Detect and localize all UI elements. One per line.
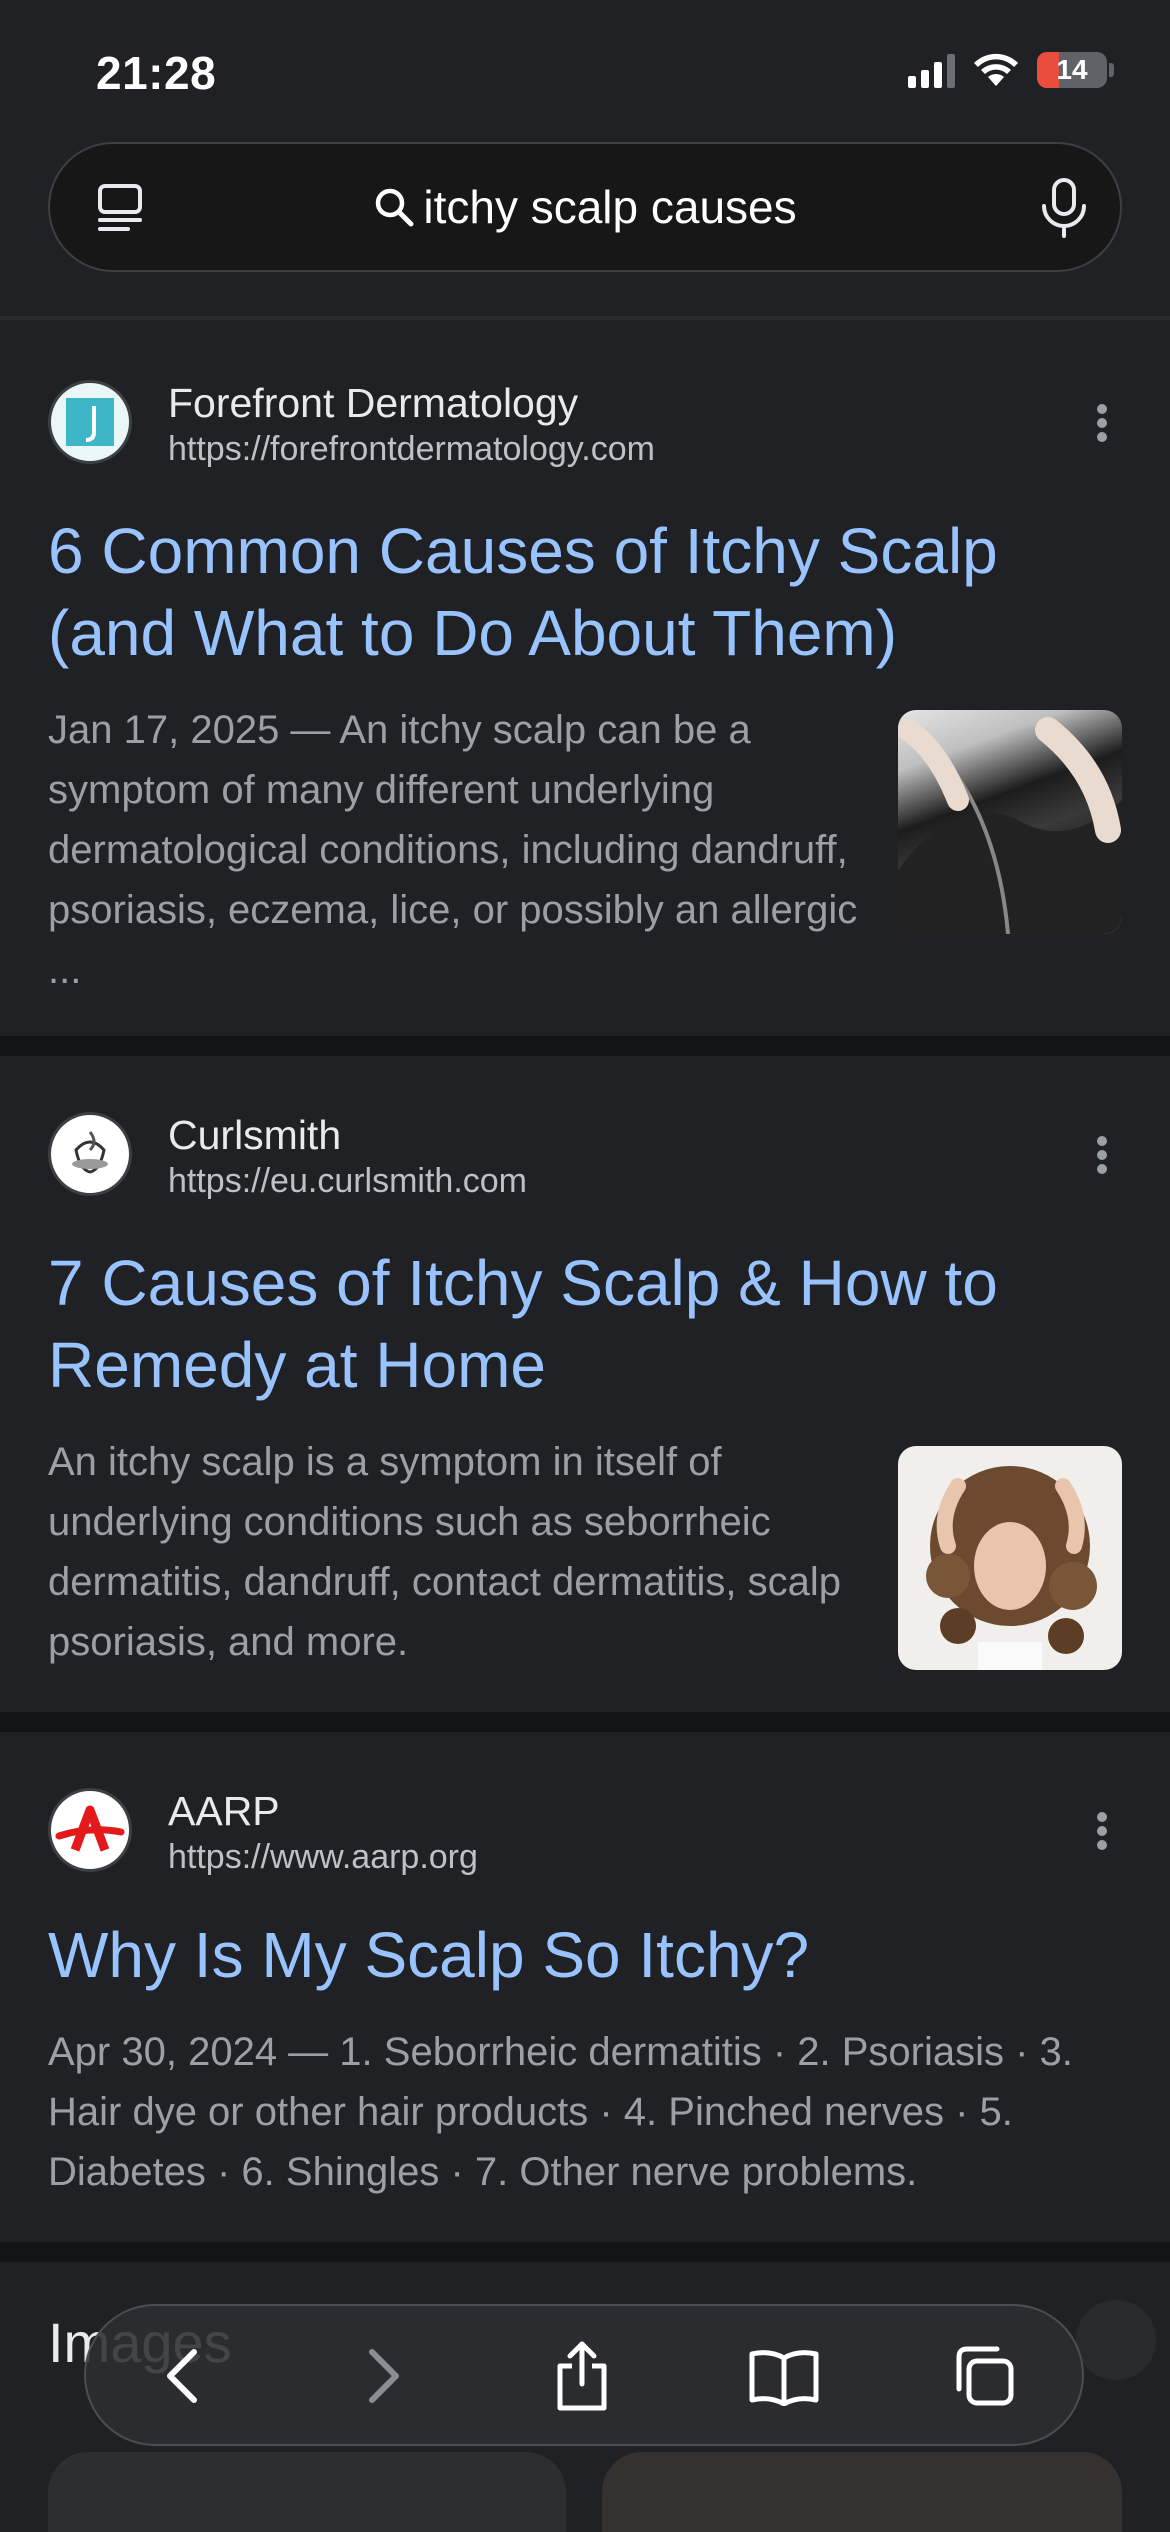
forward-icon[interactable] bbox=[344, 2336, 424, 2416]
more-options-icon[interactable] bbox=[1082, 1806, 1122, 1856]
search-result: Forefront Dermatology https://forefrontd… bbox=[0, 320, 1170, 1036]
microphone-icon[interactable] bbox=[1034, 176, 1094, 240]
result-snippet: Jan 17, 2025 — An itchy scalp can be a s… bbox=[48, 708, 858, 992]
search-field: itchy scalp causes bbox=[50, 144, 1120, 270]
divider bbox=[0, 2242, 1170, 2262]
more-options-icon[interactable] bbox=[1082, 398, 1122, 448]
divider bbox=[0, 1712, 1170, 1732]
search-result: AARP https://www.aarp.org Why Is My Scal… bbox=[0, 1732, 1170, 2242]
site-name: AARP bbox=[168, 1788, 280, 1834]
site-url: https://eu.curlsmith.com bbox=[168, 1162, 528, 1200]
result-source[interactable]: Forefront Dermatology https://forefrontd… bbox=[48, 380, 1122, 470]
status-bar: 21:28 14 bbox=[0, 0, 1170, 140]
search-icon bbox=[376, 188, 414, 227]
share-icon[interactable] bbox=[542, 2336, 622, 2416]
site-name: Curlsmith bbox=[168, 1112, 342, 1158]
image-result[interactable] bbox=[602, 2452, 1122, 2532]
divider bbox=[0, 1036, 1170, 1056]
screen: 21:28 14 itchy scalp causes Forefront De… bbox=[0, 0, 1170, 2532]
search-bar[interactable]: itchy scalp causes bbox=[48, 142, 1122, 272]
floating-button[interactable] bbox=[1076, 2300, 1156, 2380]
result-thumbnail[interactable] bbox=[898, 710, 1122, 934]
result-source[interactable]: AARP https://www.aarp.org bbox=[48, 1788, 1122, 1878]
status-icons: 14 bbox=[908, 52, 1114, 88]
tabs-icon[interactable] bbox=[944, 2336, 1024, 2416]
result-snippet: An itchy scalp is a symptom in itself of… bbox=[48, 1440, 841, 1664]
search-input[interactable]: itchy scalp causes bbox=[423, 180, 796, 234]
status-time: 21:28 bbox=[96, 47, 217, 99]
cellular-signal-icon bbox=[908, 52, 955, 88]
curlsmith-logo-icon bbox=[48, 1112, 132, 1196]
result-title-link[interactable]: Why Is My Scalp So Itchy? bbox=[48, 1914, 1118, 1996]
result-title-link[interactable]: 7 Causes of Itchy Scalp & How to Remedy … bbox=[48, 1242, 1118, 1406]
battery-level: 14 bbox=[1056, 54, 1088, 85]
site-name: Forefront Dermatology bbox=[168, 380, 579, 426]
search-result: Curlsmith https://eu.curlsmith.com 7 Cau… bbox=[0, 1056, 1170, 1712]
tab-switcher-icon[interactable] bbox=[94, 180, 150, 236]
site-url: https://forefrontdermatology.com bbox=[168, 430, 655, 468]
more-options-icon[interactable] bbox=[1082, 1130, 1122, 1180]
result-title-link[interactable]: 6 Common Causes of Itchy Scalp (and What… bbox=[48, 510, 1118, 674]
result-thumbnail[interactable] bbox=[898, 1446, 1122, 1670]
battery-icon: 14 bbox=[1037, 52, 1114, 88]
site-url: https://www.aarp.org bbox=[168, 1838, 478, 1876]
browser-toolbar bbox=[84, 2304, 1084, 2446]
aarp-logo-icon bbox=[48, 1788, 132, 1872]
bookmarks-icon[interactable] bbox=[744, 2336, 824, 2416]
back-icon[interactable] bbox=[142, 2336, 222, 2416]
wifi-icon bbox=[974, 53, 1018, 86]
forefront-logo-icon bbox=[48, 380, 132, 464]
result-source[interactable]: Curlsmith https://eu.curlsmith.com bbox=[48, 1112, 1122, 1202]
result-date: Jan 17, 2025 bbox=[48, 708, 280, 752]
result-snippet: Apr 30, 2024 — 1. Seborrheic dermatitis … bbox=[48, 2030, 1073, 2194]
image-result[interactable] bbox=[48, 2452, 566, 2532]
result-date: Apr 30, 2024 bbox=[48, 2030, 278, 2074]
